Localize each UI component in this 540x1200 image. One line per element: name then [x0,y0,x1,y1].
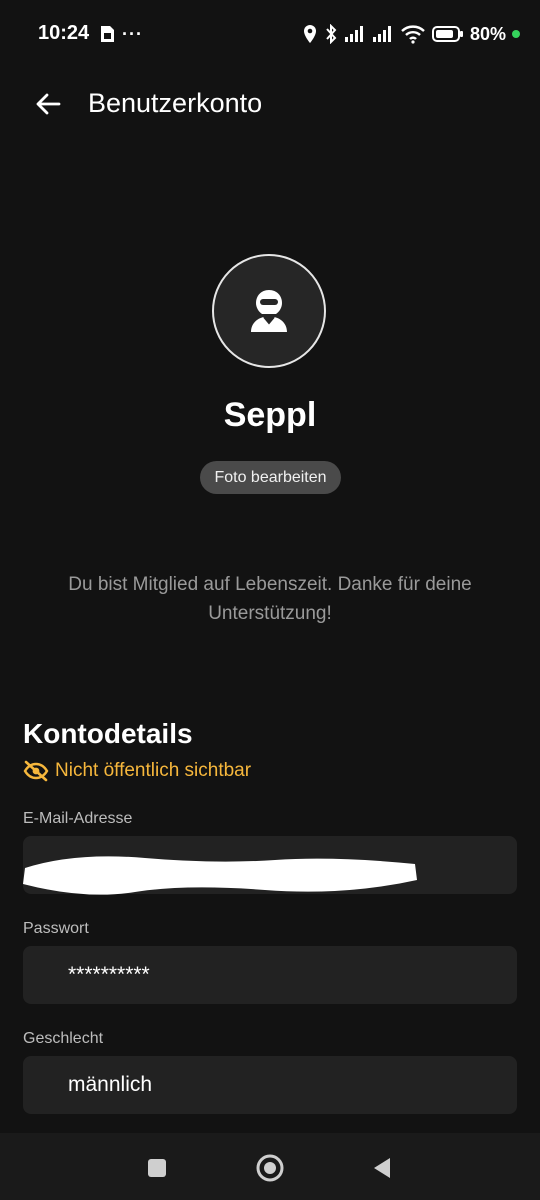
status-bar: 10:24 ··· 80% [0,0,540,68]
password-label: Passwort [23,920,89,937]
membership-note: Du bist Mitglied auf Lebenszeit. Danke f… [68,574,472,624]
app-bar: Benutzerkonto [0,72,540,136]
system-nav-bar [0,1133,540,1200]
redaction-scribble [23,856,417,895]
visibility-notice: Nicht öffentlich sichtbar [23,760,251,782]
status-left-icons: ··· [98,22,143,46]
email-field[interactable] [23,836,517,895]
avatar[interactable] [212,254,326,368]
section-title: Kontodetails [23,718,193,749]
visibility-text: Nicht öffentlich sichtbar [55,760,252,781]
gender-value: männlich [68,1073,153,1096]
password-field[interactable]: ********** [23,946,517,1004]
user-name: Seppl [223,396,317,434]
sim-card-icon [101,26,114,42]
battery-icon [431,26,463,42]
recents-button[interactable] [140,1151,174,1185]
signal-icon [372,26,391,42]
back-button[interactable] [26,86,70,122]
home-button[interactable] [253,1151,287,1185]
email-label: E-Mail-Adresse [23,810,133,827]
wifi-icon [401,25,425,44]
gender-label: Geschlecht [23,1030,104,1047]
arrow-left-icon [36,93,61,115]
page-title: Benutzerkonto [88,88,263,118]
edit-photo-button[interactable]: Foto bearbeiten [200,461,341,494]
bluetooth-icon [326,24,337,44]
back-triangle-icon [374,1158,390,1178]
helmet-rider-icon [251,290,287,332]
back-nav-button[interactable] [365,1151,399,1185]
eye-off-icon [23,760,49,782]
battery-percent: 80% [469,23,506,44]
home-circle-icon [256,1154,284,1182]
password-value: ********** [68,963,150,986]
signal-icon [344,26,363,42]
status-right-icons: 80% [302,22,520,46]
gender-field[interactable]: männlich [23,1056,517,1114]
recents-square-icon [148,1159,166,1177]
status-time: 10:24 [38,22,90,44]
privacy-indicator-dot [512,30,520,38]
notification-more-icon: ··· [122,23,143,44]
location-icon [303,25,316,43]
